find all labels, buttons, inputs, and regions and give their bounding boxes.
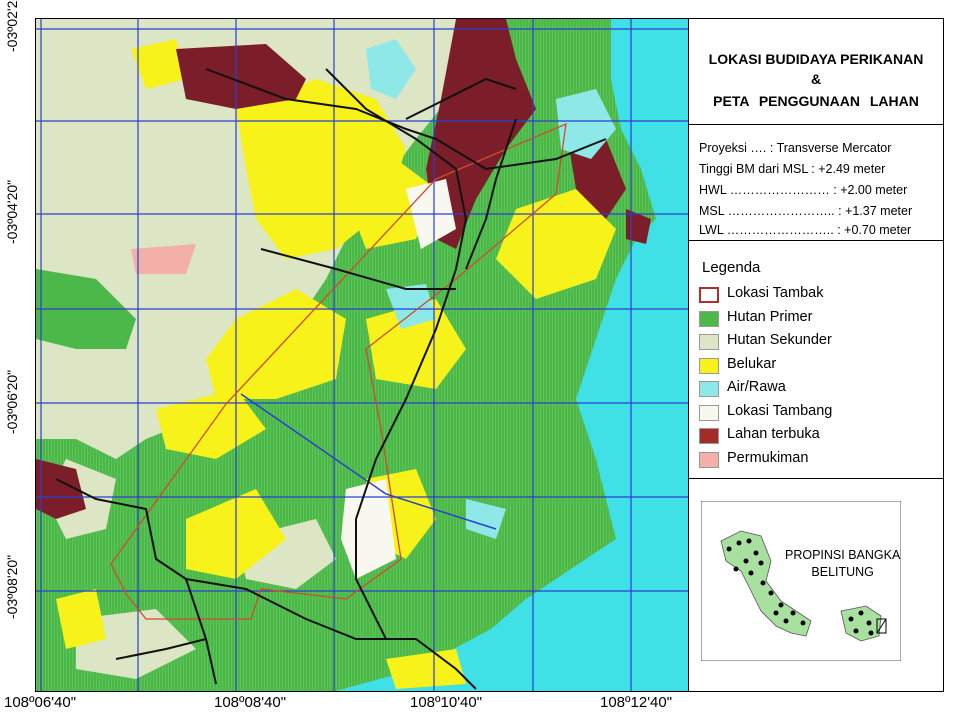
projection-box: Proyeksi …. : Transverse Mercator Tinggi… — [688, 124, 944, 242]
inset-map — [701, 501, 901, 661]
msl-line: MSL …………………….. : +1.37 meter — [699, 204, 913, 218]
legend-swatch — [699, 287, 719, 303]
legend-label: Air/Rawa — [727, 379, 786, 395]
inset-title: PROPINSI BANGKA BELITUNG — [785, 547, 900, 581]
side-panel: LOKASI BUDIDAYA PERIKANAN & PETA PENGGUN… — [688, 18, 944, 692]
legend-swatch — [699, 451, 719, 468]
legend-swatch — [699, 357, 719, 374]
legend-label: Belukar — [727, 355, 777, 372]
hwl-line: HWL …………………… : +2.00 meter — [699, 183, 908, 197]
legend-label: Hutan Primer — [727, 308, 813, 325]
settlement-area — [131, 244, 196, 274]
inset-map-box: PROPINSI BANGKA BELITUNG — [688, 478, 944, 692]
lwl-line: LWL …………………….. : +0.70 meter — [699, 223, 912, 237]
inset-title-line-2: BELITUNG — [811, 565, 874, 579]
title-box: LOKASI BUDIDAYA PERIKANAN & PETA PENGGUN… — [688, 18, 944, 126]
legend-label: Lahan terbuka — [727, 426, 820, 442]
map-canvas — [36, 19, 689, 691]
bm-height-line: Tinggi BM dari MSL : +2.49 meter — [699, 162, 886, 176]
inset-title-line-1: PROPINSI BANGKA — [785, 548, 901, 562]
legend-box: Legenda Lokasi Tambak Hutan Primer Hutan S… — [688, 240, 944, 480]
legend-swatch — [699, 334, 719, 350]
x-label-4: 108º12'40" — [600, 694, 673, 711]
projection-line: Proyeksi …. : Transverse Mercator — [699, 141, 892, 155]
legend-label: Hutan Sekunder — [727, 332, 832, 348]
legend-label: Lokasi Tambak — [727, 285, 824, 301]
title-line-2: & — [810, 71, 822, 87]
legend-label: Permukiman — [727, 449, 809, 466]
title-line-1: LOKASI BUDIDAYA PERIKANAN — [708, 51, 924, 67]
title-line-3: PETA PENGGUNAAN LAHAN — [713, 93, 919, 109]
legend-swatch — [699, 428, 719, 444]
land-use-map — [35, 18, 690, 692]
x-label-3: 108º10'40" — [410, 694, 483, 711]
legend-swatch — [699, 310, 719, 327]
legend-label: Lokasi Tambang — [727, 402, 833, 419]
legend-title: Legenda — [702, 259, 761, 276]
legend-swatch — [699, 381, 719, 397]
x-label-1: 108º06'40" — [4, 694, 77, 711]
legend-swatch — [699, 404, 719, 421]
x-label-2: 108º08'40" — [214, 694, 287, 711]
